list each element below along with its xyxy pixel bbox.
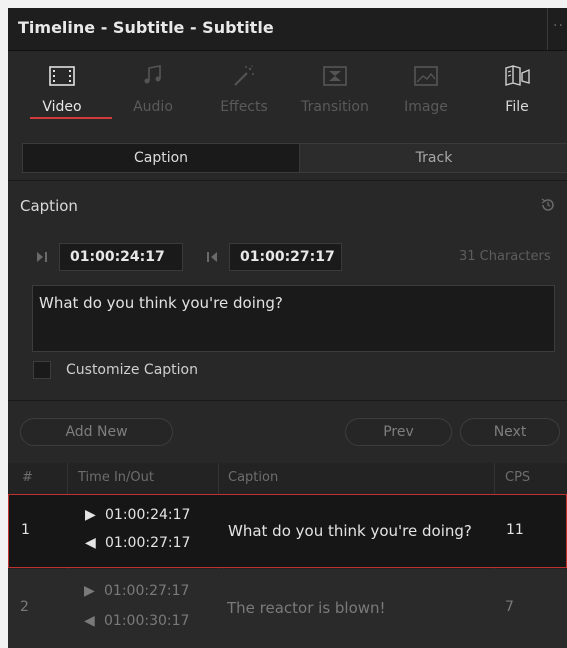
caption-track-segmented-control: Caption Track — [22, 143, 567, 173]
segment-caption[interactable]: Caption — [23, 144, 300, 172]
file-icon — [505, 65, 530, 86]
inspector-tabs: Video Audio Effects Transition Image Fil… — [8, 51, 567, 133]
time-out-icon: ◀︎ — [84, 613, 95, 629]
row-caption: The reactor is blown! — [227, 599, 386, 617]
panel-title: Timeline - Subtitle - Subtitle — [18, 18, 274, 37]
active-tab-indicator — [30, 117, 112, 119]
row-time-out: ◀︎ 01:00:30:17 — [84, 613, 189, 629]
title-divider — [547, 8, 548, 50]
row-time-out-value: 01:00:27:17 — [105, 535, 191, 551]
column-header-time: Time In/Out — [78, 470, 154, 485]
caption-section-heading: Caption — [20, 197, 78, 215]
music-note-icon — [144, 65, 161, 84]
tab-image[interactable]: Image — [381, 51, 471, 133]
time-in-icon: ▶︎ — [84, 583, 95, 599]
character-count: 31 Characters — [459, 249, 551, 264]
row-caption: What do you think you're doing? — [228, 522, 472, 540]
row-time-out: ◀︎ 01:00:27:17 — [85, 535, 190, 551]
row-number: 2 — [20, 599, 29, 615]
row-cps: 7 — [505, 599, 514, 615]
add-new-button[interactable]: Add New — [20, 418, 173, 446]
tab-audio-label: Audio — [133, 99, 173, 115]
section-divider — [8, 400, 567, 401]
tab-file-label: File — [505, 99, 529, 115]
column-header-number: # — [22, 470, 33, 485]
transition-icon — [323, 66, 347, 86]
title-bar: Timeline - Subtitle - Subtitle ·· — [8, 8, 567, 51]
segment-caption-label: Caption — [133, 150, 189, 166]
tab-transition[interactable]: Transition — [290, 51, 380, 133]
row-time-in-value: 01:00:27:17 — [104, 583, 190, 599]
more-options-icon[interactable]: ·· — [553, 18, 564, 34]
row-time-in: ▶︎ 01:00:24:17 — [85, 507, 190, 523]
image-icon — [414, 66, 438, 86]
caption-text-input[interactable]: What do you think you're doing? — [32, 285, 555, 352]
next-button[interactable]: Next — [460, 418, 560, 446]
table-row[interactable]: 2 ▶︎ 01:00:27:17 ◀︎ 01:00:30:17 The reacto… — [8, 569, 567, 648]
tab-video-label: Video — [42, 99, 82, 115]
row-time-out-value: 01:00:30:17 — [104, 613, 190, 629]
row-number: 1 — [21, 522, 30, 538]
time-out-icon — [207, 252, 217, 262]
tab-effects[interactable]: Effects — [199, 51, 289, 133]
time-in-icon: ▶︎ — [85, 507, 96, 523]
segment-track[interactable]: Track — [300, 144, 567, 172]
column-header-caption: Caption — [228, 470, 279, 485]
time-in-icon — [37, 252, 47, 262]
row-time-in: ▶︎ 01:00:27:17 — [84, 583, 189, 599]
table-row[interactable]: 1 ▶︎ 01:00:24:17 ◀︎ 01:00:27:17 What do yo… — [8, 494, 567, 568]
time-out-field[interactable]: 01:00:27:17 — [229, 243, 342, 271]
row-time-in-value: 01:00:24:17 — [105, 507, 191, 523]
tab-transition-label: Transition — [301, 99, 369, 115]
time-in-field[interactable]: 01:00:24:17 — [59, 243, 183, 271]
time-out-icon: ◀︎ — [85, 535, 96, 551]
reset-icon[interactable] — [540, 197, 556, 213]
tab-effects-label: Effects — [220, 99, 268, 115]
segment-track-label: Track — [415, 150, 453, 166]
magic-wand-icon — [234, 65, 254, 86]
tab-file[interactable]: File — [472, 51, 562, 133]
tab-image-label: Image — [404, 99, 448, 115]
prev-button[interactable]: Prev — [345, 418, 452, 446]
customize-caption-label: Customize Caption — [66, 362, 198, 378]
customize-caption-checkbox[interactable] — [33, 361, 51, 379]
inspector-panel: Timeline - Subtitle - Subtitle ·· Video — [8, 8, 567, 648]
section-divider — [8, 180, 567, 181]
tab-video[interactable]: Video — [17, 51, 112, 133]
film-icon — [49, 66, 75, 86]
column-header-cps: CPS — [505, 470, 531, 485]
row-cps: 11 — [506, 522, 524, 538]
tab-audio[interactable]: Audio — [108, 51, 198, 133]
